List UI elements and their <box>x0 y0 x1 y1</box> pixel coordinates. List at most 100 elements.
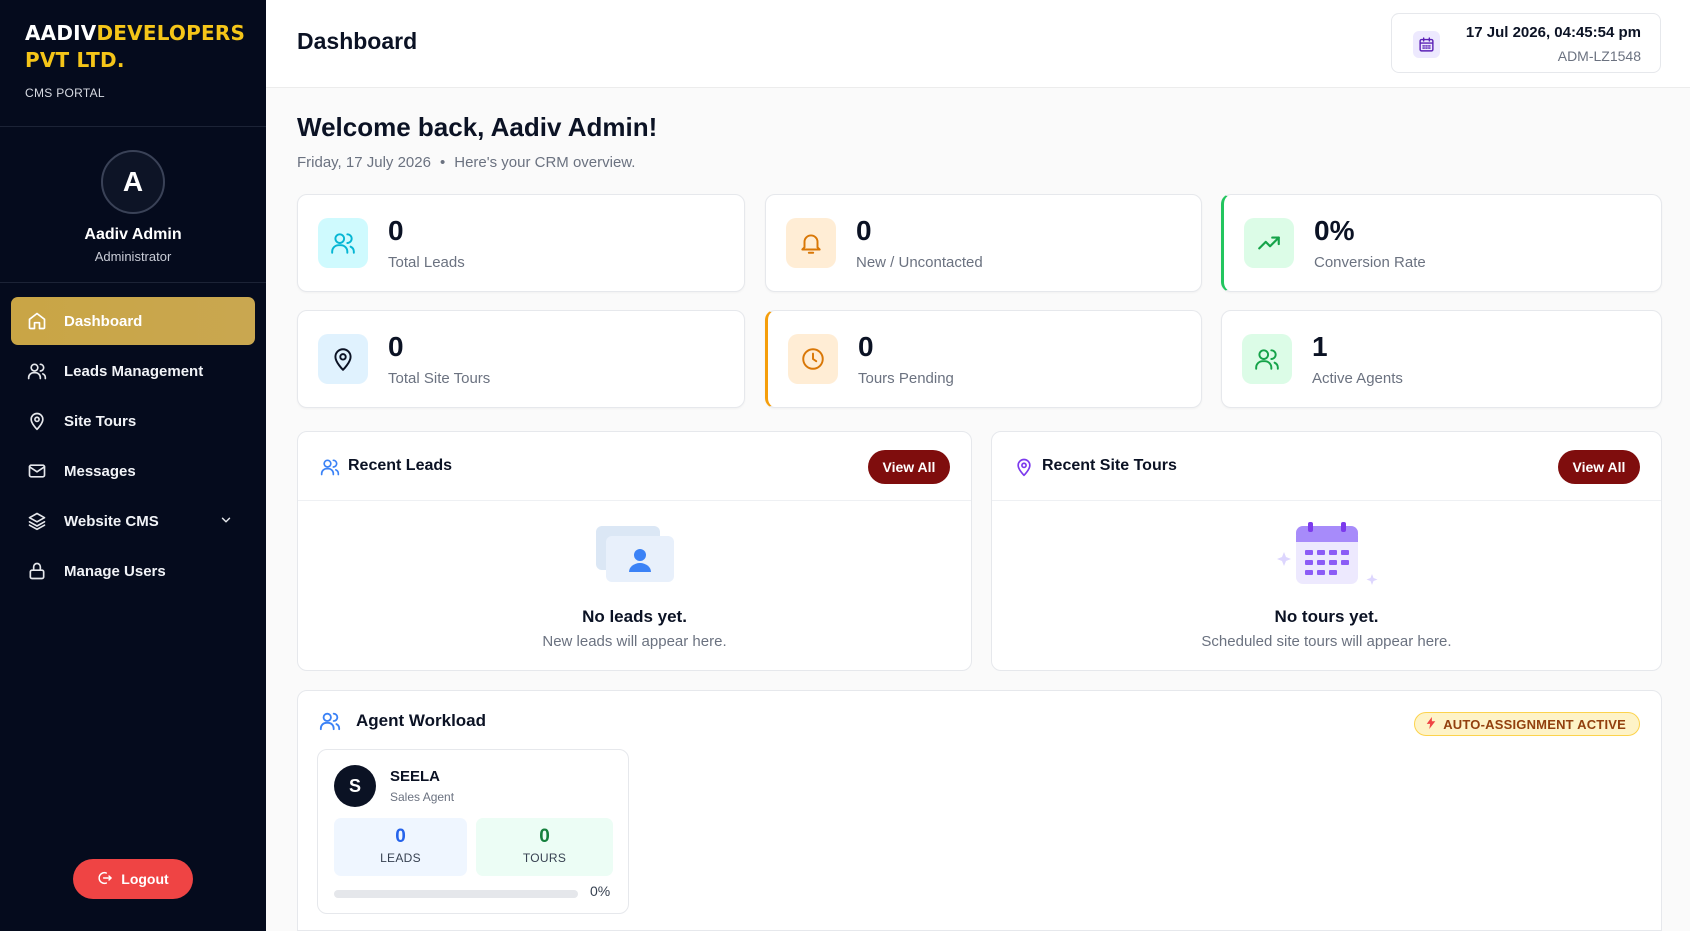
sidebar-item-label: Leads Management <box>64 362 204 380</box>
empty-leads-illustration-icon <box>590 522 680 597</box>
sidebar-item-label: Dashboard <box>64 312 143 330</box>
agent-workload-panel: Agent Workload AUTO-ASSIGNMENT ACTIVE S … <box>297 690 1662 931</box>
empty-state-title: No leads yet. <box>582 607 687 626</box>
stat-card-total-leads[interactable]: 0 Total Leads <box>297 194 745 292</box>
stat-card-new-uncontacted[interactable]: 0 New / Uncontacted <box>765 194 1202 292</box>
avatar: A <box>101 150 165 214</box>
stat-label: Total Site Tours <box>388 370 491 387</box>
stat-card-total-site-tours[interactable]: 0 Total Site Tours <box>297 310 745 408</box>
map-pin-icon <box>1012 455 1036 479</box>
brand: AADIVDEVELOPERS PVT LTD. CMS PORTAL <box>0 0 266 127</box>
calendar-icon <box>1413 31 1440 58</box>
users-icon <box>25 359 49 383</box>
sidebar-item-messages[interactable]: Messages <box>11 447 255 495</box>
panel-title: Agent Workload <box>356 711 487 730</box>
stat-label: Active Agents <box>1312 370 1403 387</box>
sidebar-item-label: Website CMS <box>64 512 159 530</box>
stat-value: 0 <box>858 331 874 362</box>
welcome-subtitle: Friday, 17 July 2026 • Here's your CRM ove… <box>297 154 635 171</box>
sidebar-item-label: Site Tours <box>64 412 137 430</box>
sidebar-item-label: Manage Users <box>64 562 166 580</box>
users-icon <box>1242 334 1292 384</box>
agent-name: SEELA <box>390 768 441 785</box>
stat-label: Tours Pending <box>858 370 954 387</box>
stat-label: New / Uncontacted <box>856 254 983 271</box>
sidebar-item-website-cms[interactable]: Website CMS <box>11 497 255 545</box>
map-pin-icon <box>318 334 368 384</box>
brand-name-line2: PVT LTD. <box>25 48 125 72</box>
brand-subtitle: CMS PORTAL <box>25 86 105 100</box>
page-title: Dashboard <box>297 28 418 54</box>
view-all-tours-button[interactable]: View All <box>1558 450 1640 484</box>
leads-value: 0 <box>395 826 406 847</box>
empty-state-title: No tours yet. <box>1274 607 1379 626</box>
lightning-icon <box>1426 716 1436 732</box>
agent-leads-count: 0 LEADS <box>334 818 467 876</box>
users-icon <box>318 218 368 268</box>
stat-value: 0 <box>388 215 404 246</box>
sidebar: AADIVDEVELOPERS PVT LTD. CMS PORTAL A Aa… <box>0 0 266 931</box>
stat-card-tours-pending[interactable]: 0 Tours Pending <box>765 310 1202 408</box>
datetime-box: 17 Jul 2026, 04:45:54 pm ADM-LZ1548 <box>1391 13 1661 73</box>
stat-value: 1 <box>1312 331 1328 362</box>
home-icon <box>25 309 49 333</box>
stat-value: 0% <box>1314 215 1355 246</box>
leads-label: LEADS <box>380 851 421 865</box>
view-all-leads-button[interactable]: View All <box>868 450 950 484</box>
sidebar-item-leads-management[interactable]: Leads Management <box>11 347 255 395</box>
workload-progress-bar <box>334 890 578 898</box>
logout-button[interactable]: Logout <box>73 859 193 899</box>
recent-leads-panel: Recent Leads View All No leads yet. New … <box>297 431 972 671</box>
empty-tours-calendar-icon <box>1272 522 1382 597</box>
welcome-heading: Welcome back, Aadiv Admin! <box>297 112 658 142</box>
layers-icon <box>25 509 49 533</box>
stat-label: Conversion Rate <box>1314 254 1426 271</box>
sidebar-item-site-tours[interactable]: Site Tours <box>11 397 255 445</box>
tours-value: 0 <box>539 826 550 847</box>
panel-header: Recent Site Tours View All <box>992 432 1661 501</box>
stat-label: Total Leads <box>388 254 465 271</box>
bell-icon <box>786 218 836 268</box>
recent-site-tours-panel: Recent Site Tours View All No tours yet.… <box>991 431 1662 671</box>
trending-up-icon <box>1244 218 1294 268</box>
sidebar-nav: Dashboard Leads Management Site Tours Me… <box>0 283 266 595</box>
user-role: Administrator <box>94 249 172 264</box>
separator-dot: • <box>439 154 446 171</box>
brand-name-part: AADIV <box>25 21 97 45</box>
sidebar-item-label: Messages <box>64 462 136 480</box>
progress-percent: 0% <box>590 883 611 899</box>
stat-card-conversion-rate[interactable]: 0% Conversion Rate <box>1221 194 1662 292</box>
user-profile: A Aadiv Admin Administrator <box>0 127 266 283</box>
stat-value: 0 <box>856 215 872 246</box>
admin-id: ADM-LZ1548 <box>1557 48 1641 64</box>
user-name: Aadiv Admin <box>84 226 182 243</box>
panel-header: Recent Leads View All <box>298 432 971 501</box>
auto-assignment-badge: AUTO-ASSIGNMENT ACTIVE <box>1414 712 1640 736</box>
map-pin-icon <box>25 409 49 433</box>
empty-state-subtitle: New leads will appear here. <box>542 633 727 650</box>
agent-tours-count: 0 TOURS <box>476 818 613 876</box>
logout-label: Logout <box>121 871 169 887</box>
stat-card-active-agents[interactable]: 1 Active Agents <box>1221 310 1662 408</box>
current-datetime: 17 Jul 2026, 04:45:54 pm <box>1465 24 1641 41</box>
sidebar-item-manage-users[interactable]: Manage Users <box>11 547 255 595</box>
top-header: Dashboard 17 Jul 2026, 04:45:54 pm ADM-L… <box>266 0 1690 88</box>
panel-title: Recent Leads <box>348 457 453 474</box>
chevron-down-icon[interactable] <box>219 513 233 531</box>
agent-role: Sales Agent <box>390 790 455 804</box>
stat-value: 0 <box>388 331 404 362</box>
empty-state-subtitle: Scheduled site tours will appear here. <box>1201 633 1452 650</box>
lock-icon <box>25 559 49 583</box>
welcome-date: Friday, 17 July 2026 <box>297 154 431 171</box>
sidebar-item-dashboard[interactable]: Dashboard <box>11 297 255 345</box>
agent-card[interactable]: S SEELA Sales Agent 0 LEADS 0 TOURS 0% <box>317 749 629 914</box>
mail-icon <box>25 459 49 483</box>
welcome-overview-text: Here's your CRM overview. <box>454 154 636 171</box>
tours-label: TOURS <box>522 851 567 865</box>
users-icon <box>318 709 342 733</box>
brand-name-highlight: DEVELOPERS <box>96 21 246 45</box>
clock-icon <box>788 334 838 384</box>
logout-icon <box>97 870 113 889</box>
users-icon <box>318 455 342 479</box>
brand-logo-text[interactable]: AADIVDEVELOPERS PVT LTD. <box>25 20 245 74</box>
